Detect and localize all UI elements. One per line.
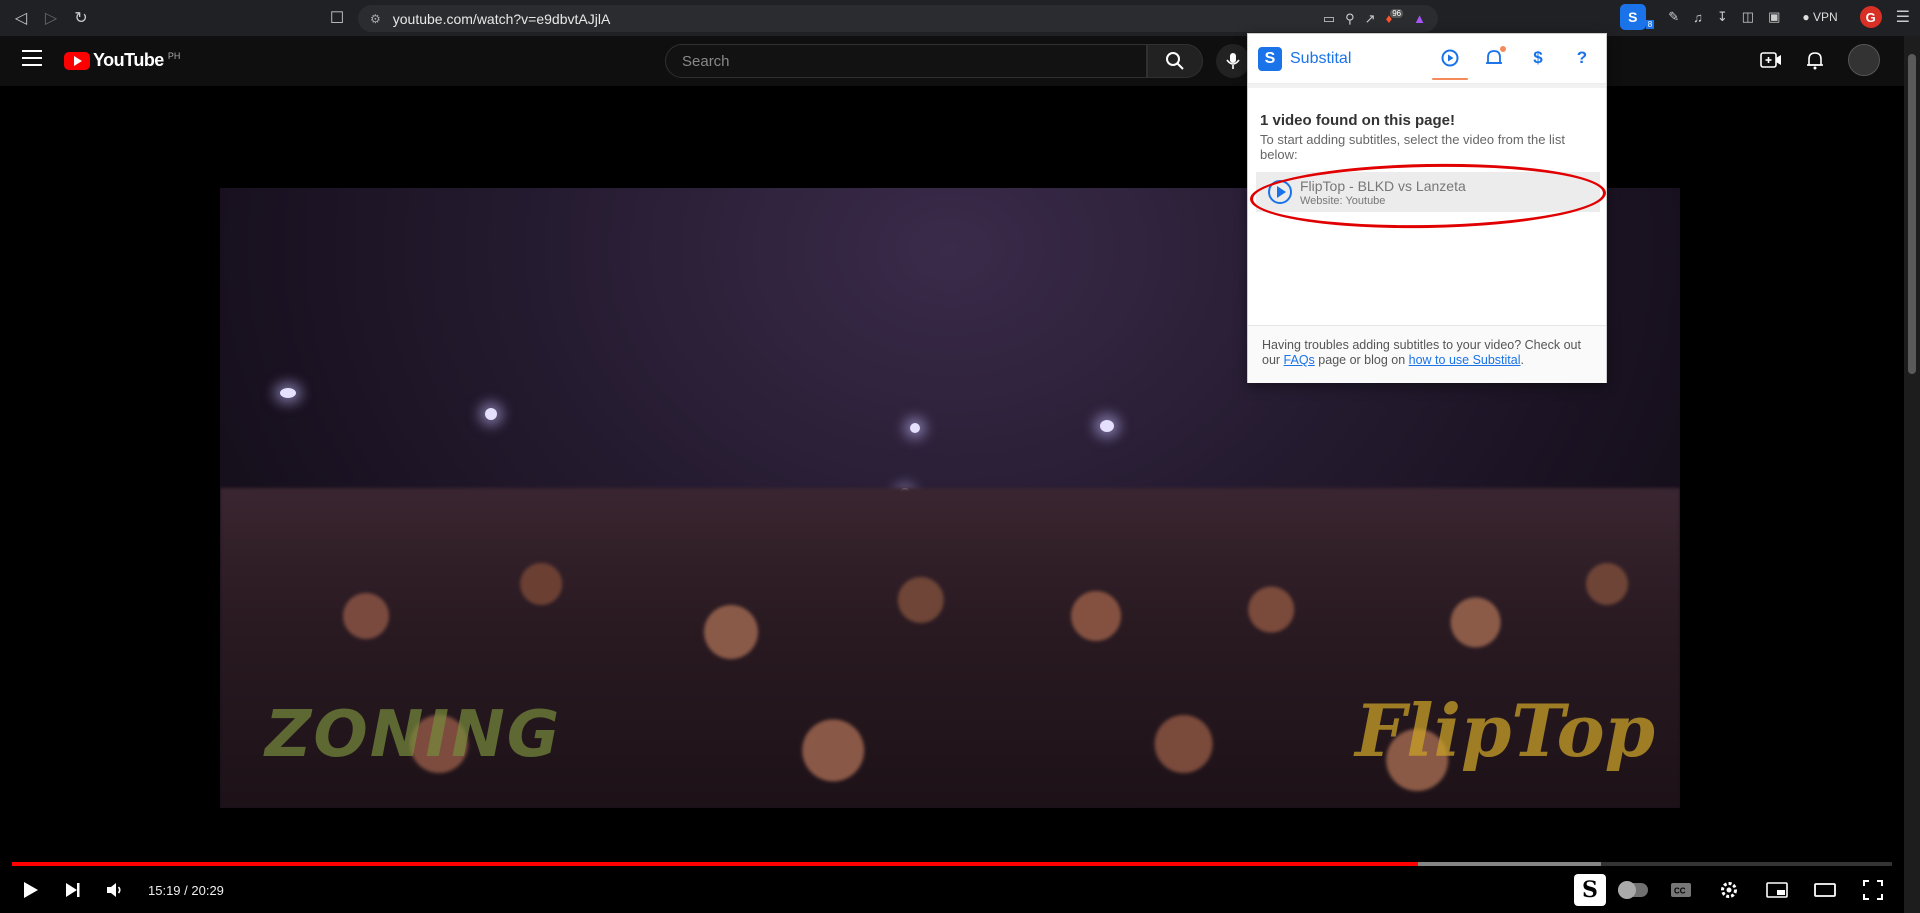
share-icon[interactable]: ↗ bbox=[1365, 11, 1376, 27]
youtube-logo[interactable]: YouTube PH bbox=[64, 50, 180, 71]
search-input[interactable]: Search bbox=[665, 44, 1147, 78]
next-icon bbox=[66, 883, 80, 897]
extension-badge: 8 bbox=[1645, 19, 1655, 29]
vpn-label: VPN bbox=[1812, 10, 1838, 24]
scrollbar-thumb[interactable] bbox=[1908, 54, 1916, 374]
footer-text-mid: page or blog on bbox=[1314, 353, 1409, 367]
play-button[interactable] bbox=[10, 869, 52, 911]
substital-body: 1 video found on this page! To start add… bbox=[1248, 88, 1607, 318]
how-to-use-link[interactable]: how to use Substital bbox=[1409, 353, 1521, 367]
wallet-icon[interactable]: ▣ bbox=[1768, 9, 1780, 25]
time-display: 15:19 / 20:29 bbox=[148, 882, 224, 898]
browser-toolbar: ◁ ▷ ↻ ☐ ⚙ youtube.com/watch?v=e9dbvtAJjl… bbox=[0, 0, 1920, 36]
search-icon bbox=[1166, 52, 1184, 70]
miniplayer-button[interactable] bbox=[1756, 869, 1798, 911]
notifications-bell-icon-popup[interactable] bbox=[1482, 46, 1506, 70]
dollar-icon[interactable]: $ bbox=[1526, 46, 1550, 70]
played-bar bbox=[12, 862, 1419, 866]
player-controls: 15:19 / 20:29 S CC bbox=[0, 868, 1904, 912]
substital-title: Substital bbox=[1290, 49, 1352, 67]
notifications-bell-icon[interactable] bbox=[1806, 50, 1824, 70]
videos-tab-play-icon[interactable] bbox=[1432, 46, 1468, 80]
substital-header: S Substital $ ? bbox=[1248, 34, 1606, 84]
video-item-website: Website: Youtube bbox=[1300, 194, 1386, 207]
country-code: PH bbox=[167, 50, 181, 61]
hamburger-menu-icon[interactable] bbox=[22, 50, 42, 66]
zoning-watermark: ZONING bbox=[265, 698, 562, 772]
volume-icon bbox=[107, 883, 121, 897]
videos-found-heading: 1 video found on this page! bbox=[1260, 112, 1455, 129]
vpn-button[interactable]: ● VPN bbox=[1794, 8, 1845, 26]
play-icon bbox=[24, 882, 38, 898]
svg-text:CC: CC bbox=[1674, 887, 1686, 896]
youtube-play-logo-icon bbox=[64, 51, 90, 70]
fullscreen-button[interactable] bbox=[1852, 869, 1894, 911]
captions-icon: CC bbox=[1671, 883, 1691, 897]
youtube-wordmark: YouTube bbox=[93, 50, 164, 70]
search-placeholder: Search bbox=[682, 52, 730, 70]
footer-text-suffix: . bbox=[1520, 353, 1524, 367]
voice-search-button[interactable] bbox=[1216, 44, 1250, 78]
autoplay-toggle[interactable] bbox=[1612, 869, 1654, 911]
substital-extension-icon[interactable]: S bbox=[1619, 4, 1646, 30]
menu-icon[interactable]: ☰ bbox=[1896, 7, 1910, 27]
reload-icon[interactable]: ↻ bbox=[66, 3, 96, 33]
theater-mode-icon bbox=[1814, 883, 1836, 897]
video-player[interactable]: ZONING FlipTop 15:19 / 20:29 S CC bbox=[0, 86, 1904, 913]
brave-rewards-icon[interactable]: ▲ bbox=[1413, 11, 1426, 26]
music-icon[interactable]: ♫ bbox=[1693, 10, 1703, 25]
brave-badge: 96 bbox=[1390, 9, 1404, 18]
substital-logo-icon: S bbox=[1258, 46, 1282, 71]
substital-popup: S Substital $ ? 1 video found on this pa… bbox=[1247, 33, 1607, 383]
substital-player-icon[interactable]: S bbox=[1574, 874, 1606, 906]
settings-gear-icon bbox=[1721, 882, 1737, 898]
settings-button[interactable] bbox=[1708, 869, 1750, 911]
video-item-title: FlipTop - BLKD vs Lanzeta bbox=[1300, 177, 1466, 194]
theater-mode-button[interactable] bbox=[1804, 869, 1846, 911]
page-scrollbar[interactable] bbox=[1904, 36, 1920, 913]
bookmark-icon[interactable]: ☐ bbox=[322, 3, 352, 33]
back-icon[interactable]: ◁ bbox=[6, 3, 36, 33]
grammarly-icon[interactable]: G bbox=[1859, 6, 1882, 28]
youtube-header: YouTube PH Search bbox=[0, 36, 1904, 86]
captions-button[interactable]: CC bbox=[1660, 869, 1702, 911]
progress-bar[interactable] bbox=[12, 862, 1892, 866]
video-list-item[interactable]: FlipTop - BLKD vs Lanzeta Website: Youtu… bbox=[1256, 172, 1600, 212]
zoom-icon[interactable]: ⚲ bbox=[1345, 11, 1355, 27]
address-bar[interactable]: ⚙ youtube.com/watch?v=e9dbvtAJjlA ▭ ⚲ ↗ … bbox=[358, 5, 1438, 32]
create-video-icon[interactable] bbox=[1760, 51, 1782, 69]
site-info-icon[interactable]: ⚙ bbox=[370, 12, 381, 26]
extensions-icon[interactable]: ✎ bbox=[1668, 9, 1679, 25]
search-button[interactable] bbox=[1147, 44, 1203, 78]
download-icon[interactable]: ↧ bbox=[1717, 9, 1728, 25]
help-question-icon[interactable]: ? bbox=[1570, 46, 1594, 70]
select-video-hint: To start adding subtitles, select the vi… bbox=[1260, 132, 1565, 162]
miniplayer-icon bbox=[1766, 882, 1788, 898]
video-play-circle-icon bbox=[1268, 180, 1292, 204]
sidebar-icon[interactable]: ◫ bbox=[1742, 9, 1754, 25]
volume-button[interactable] bbox=[94, 869, 136, 911]
notification-dot bbox=[1500, 46, 1506, 52]
microphone-icon bbox=[1226, 53, 1240, 69]
faqs-link[interactable]: FAQs bbox=[1284, 353, 1315, 367]
account-avatar[interactable] bbox=[1848, 44, 1880, 76]
url-text: youtube.com/watch?v=e9dbvtAJjlA bbox=[392, 10, 611, 27]
substital-footer: Having troubles adding subtitles to your… bbox=[1248, 325, 1606, 383]
autoplay-toggle-switch bbox=[1618, 881, 1648, 899]
forward-icon[interactable]: ▷ bbox=[36, 3, 66, 33]
fliptop-watermark: FlipTop bbox=[1355, 688, 1655, 773]
cast-icon[interactable]: ▭ bbox=[1323, 11, 1335, 27]
next-button[interactable] bbox=[52, 869, 94, 911]
fullscreen-icon bbox=[1863, 880, 1883, 900]
